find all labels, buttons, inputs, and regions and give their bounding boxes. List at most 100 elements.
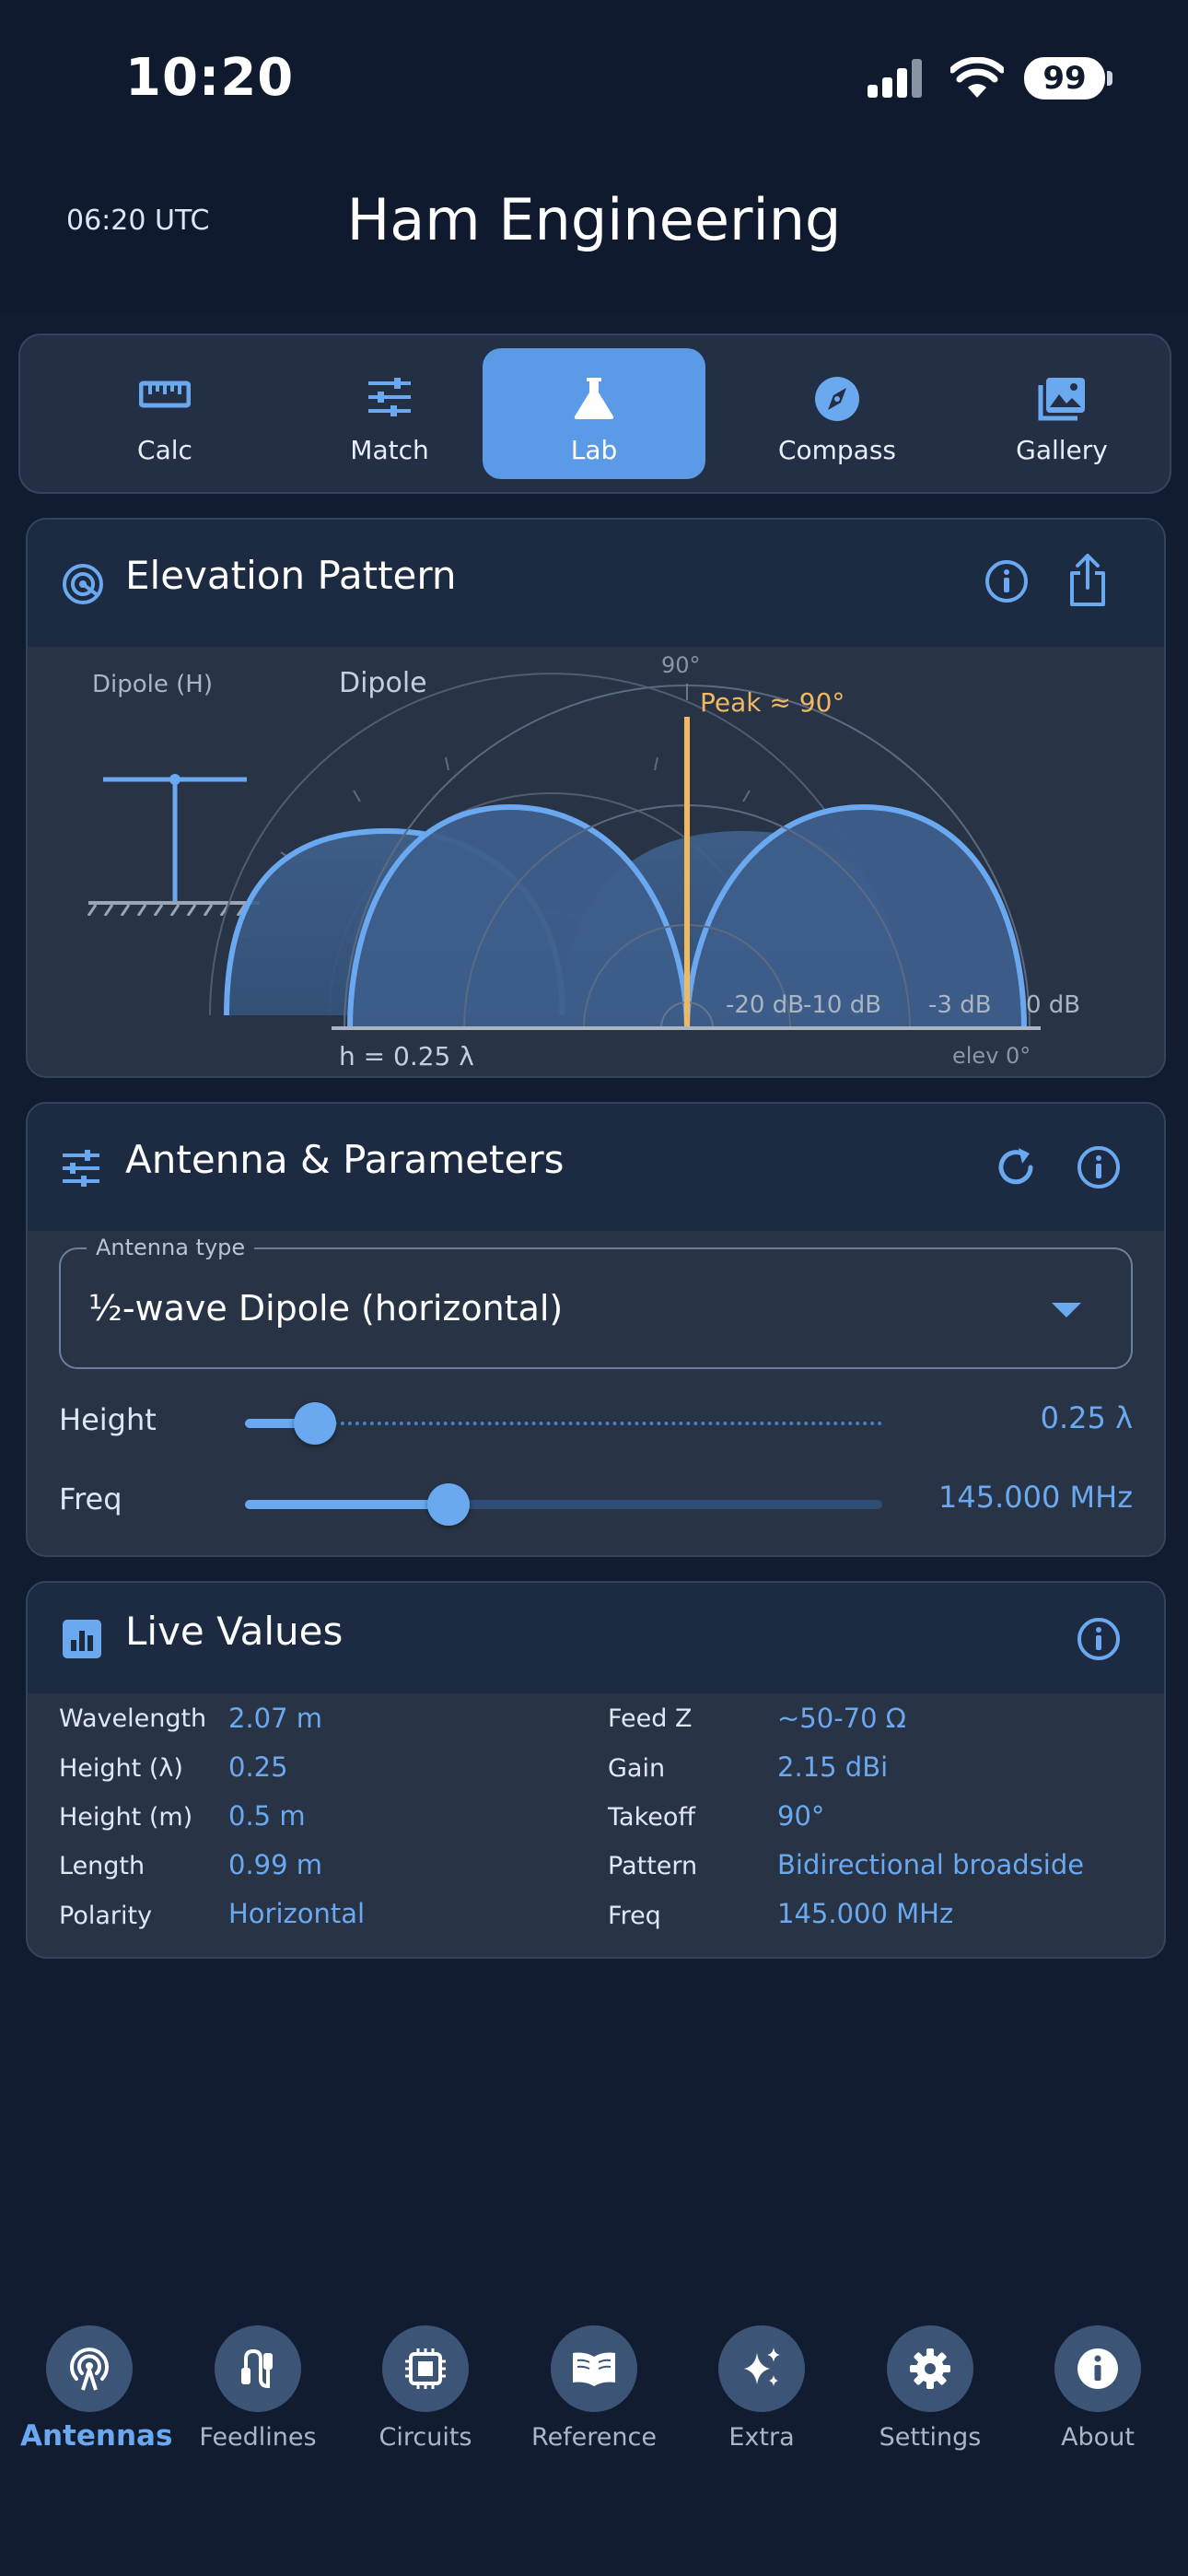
height-value: 0.25 λ: [1040, 1400, 1133, 1435]
antenna-icon: [70, 2348, 109, 2391]
radiation-lobes: [332, 684, 1041, 1030]
ring-label: -20 dB: [726, 991, 805, 1019]
sparkle-icon: [744, 2348, 780, 2386]
sliders-icon: [368, 378, 411, 416]
value-pattern: Bidirectional broadside: [777, 1849, 1085, 1880]
height-label: h = 0.25 λ: [339, 1041, 474, 1071]
battery-indicator: 99: [1024, 57, 1105, 100]
nav-extra[interactable]: Extra: [693, 2325, 831, 2452]
ring-label: -10 dB: [803, 991, 882, 1019]
ring-label: -3 dB: [928, 991, 992, 1019]
nav-icon-circle: [887, 2325, 973, 2412]
tool-tabs: Calc Match Lab Compass Gallery: [18, 334, 1171, 494]
value-length: 0.99 m: [228, 1849, 323, 1880]
value-key: Freq: [608, 1902, 661, 1930]
flask-icon: [574, 378, 614, 419]
tab-label: Calc: [137, 435, 192, 465]
height-label: Height: [59, 1402, 157, 1437]
height-slider-track: [245, 1422, 882, 1425]
live-values-card: Live Values Wavelength 2.07 m Height (λ)…: [26, 1581, 1166, 1959]
info-button[interactable]: [1076, 1616, 1122, 1662]
freq-label: Freq: [59, 1481, 122, 1516]
value-gain: 2.15 dBi: [777, 1751, 889, 1783]
tab-label: Gallery: [1016, 435, 1108, 465]
nav-circuits[interactable]: Circuits: [356, 2325, 495, 2452]
freq-slider-fill: [245, 1500, 449, 1509]
nav-label: Feedlines: [199, 2423, 317, 2452]
info-icon: [1077, 2348, 1118, 2389]
freq-slider-thumb[interactable]: [427, 1483, 471, 1526]
nav-icon-circle: [1054, 2325, 1141, 2412]
nav-label: Extra: [728, 2423, 795, 2452]
antenna-type-select[interactable]: Antenna type ½-wave Dipole (horizontal): [59, 1235, 1133, 1369]
status-bar: 10:20 99: [0, 0, 1188, 157]
nav-reference[interactable]: Reference: [525, 2325, 663, 2452]
value-key: Polarity: [59, 1902, 153, 1930]
value-polarity: Horizontal: [228, 1898, 366, 1929]
status-time: 10:20: [125, 48, 295, 108]
info-button[interactable]: [1076, 1144, 1122, 1190]
circuit-icon: [405, 2348, 446, 2389]
nav-icon-circle: [215, 2325, 301, 2412]
nav-label: Circuits: [379, 2423, 472, 2452]
nav-icon-circle: [551, 2325, 637, 2412]
freq-value: 145.000 MHz: [938, 1480, 1133, 1515]
value-height-m: 0.5 m: [228, 1800, 306, 1832]
card-title: Live Values: [125, 1609, 344, 1654]
wifi-icon: [950, 57, 1004, 98]
select-label: Antenna type: [87, 1235, 255, 1260]
value-freq: 145.000 MHz: [777, 1898, 954, 1929]
app-title: Ham Engineering: [346, 186, 842, 253]
tab-compass[interactable]: Compass: [726, 348, 949, 479]
height-slider-thumb[interactable]: [294, 1402, 337, 1445]
info-button[interactable]: [984, 558, 1030, 604]
elevation-pattern-card: Elevation Pattern Dipole (H) Dipole 90° …: [26, 518, 1166, 1078]
peak-label: Peak ≈ 90°: [700, 687, 845, 718]
nav-feedlines[interactable]: Feedlines: [189, 2325, 327, 2452]
sliders-icon: [63, 1150, 99, 1187]
tab-lab[interactable]: Lab: [483, 348, 705, 479]
nav-label: Reference: [531, 2423, 657, 2452]
value-key: Length: [59, 1852, 146, 1880]
value-height-lambda: 0.25: [228, 1751, 288, 1783]
gear-icon: [910, 2348, 950, 2389]
tab-gallery[interactable]: Gallery: [950, 348, 1173, 479]
bar-chart-icon: [63, 1620, 101, 1658]
nav-about[interactable]: About: [1029, 2325, 1167, 2452]
book-icon: [573, 2352, 615, 2386]
elevation-label: elev 0°: [952, 1043, 1031, 1069]
tab-match[interactable]: Match: [278, 348, 501, 479]
nav-label: Settings: [879, 2423, 982, 2452]
antenna-parameters-card: Antenna & Parameters Antenna type ½-wave…: [26, 1102, 1166, 1557]
value-takeoff: 90°: [777, 1800, 825, 1832]
nav-icon-circle: [46, 2325, 133, 2412]
value-key: Feed Z: [608, 1704, 693, 1733]
battery-tip: [1107, 71, 1112, 86]
value-feed-z: ~50-70 Ω: [777, 1703, 906, 1734]
ruler-icon: [139, 381, 191, 408]
value-key: Pattern: [608, 1852, 698, 1880]
share-button[interactable]: [1065, 553, 1111, 608]
tab-calc[interactable]: Calc: [53, 348, 276, 479]
angle-label: 90°: [661, 652, 701, 678]
card-title: Antenna & Parameters: [125, 1137, 565, 1182]
cable-icon: [241, 2348, 273, 2389]
nav-antennas[interactable]: Antennas: [20, 2325, 173, 2453]
ring-label: 0 dB: [1026, 991, 1081, 1019]
tab-label: Compass: [777, 435, 897, 465]
reset-button[interactable]: [993, 1144, 1039, 1190]
tab-label: Match: [350, 435, 429, 465]
nav-settings[interactable]: Settings: [861, 2325, 999, 2452]
value-key: Height (λ): [59, 1754, 183, 1783]
tab-label: Lab: [570, 435, 618, 465]
value-key: Wavelength: [59, 1704, 207, 1733]
nav-label: Antennas: [20, 2419, 173, 2453]
nav-label: About: [1061, 2423, 1135, 2452]
value-key: Height (m): [59, 1803, 193, 1832]
cellular-signal-icon: [868, 59, 922, 98]
nav-icon-circle: [382, 2325, 469, 2412]
chevron-down-icon: [1052, 1303, 1081, 1317]
card-title: Elevation Pattern: [125, 553, 457, 598]
target-icon: [63, 564, 103, 604]
value-wavelength: 2.07 m: [228, 1703, 323, 1734]
